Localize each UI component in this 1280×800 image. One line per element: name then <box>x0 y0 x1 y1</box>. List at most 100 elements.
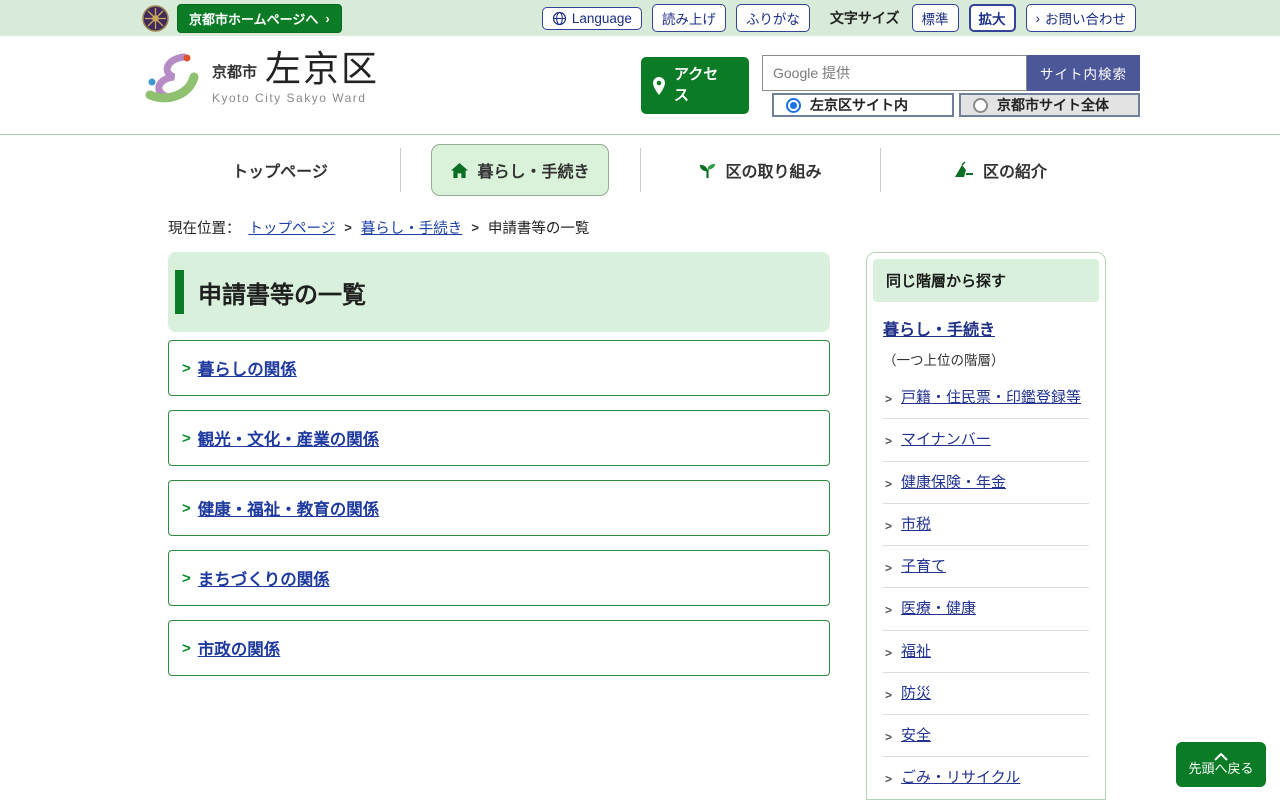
main-content: 申請書等の一覧 > 暮らしの関係 > 観光・文化・産業の関係 > 健康・福祉・教… <box>168 252 830 690</box>
kyoto-city-homepage-label: 京都市ホームページへ <box>189 9 318 28</box>
sidebar-link-gomi[interactable]: ごみ・リサイクル <box>901 766 1020 789</box>
logo-ward-name-english: Kyoto City Sakyo Ward <box>212 91 379 105</box>
sidebar-link-anzen[interactable]: 安全 <box>901 724 931 747</box>
search-scope-ward-option[interactable]: 左京区サイト内 <box>772 93 954 117</box>
home-icon <box>450 162 469 179</box>
sidebar-item: > 戸籍・住民票・印鑑登録等 <box>883 377 1089 419</box>
nav-item-torikumi[interactable]: 区の取り組み <box>640 140 880 200</box>
chevron-right-icon: > <box>885 770 892 789</box>
chevron-right-icon: › <box>1036 11 1041 26</box>
sidebar-link-shizei[interactable]: 市税 <box>901 513 931 536</box>
title-accent-bar <box>175 270 184 314</box>
category-link-box: > 健康・福祉・教育の関係 <box>168 480 830 536</box>
page-title: 申請書等の一覧 <box>198 275 366 310</box>
radio-selected-icon[interactable] <box>786 98 801 113</box>
back-to-top-button[interactable]: 先頭へ戻る <box>1176 742 1266 787</box>
sidebar-same-level: 同じ階層から探す 暮らし・手続き （一つ上位の階層） > 戸籍・住民票・印鑑登録… <box>866 252 1106 800</box>
chevron-right-icon: > <box>885 475 892 494</box>
mountain-flag-icon <box>953 161 975 179</box>
breadcrumb-label: 現在位置： <box>168 217 241 238</box>
sidebar-item: > 防災 <box>883 673 1089 715</box>
chevron-up-icon <box>1213 753 1229 761</box>
sidebar-link-mynumber[interactable]: マイナンバー <box>901 428 991 451</box>
utility-bar: 京都市ホームページへ › Language 読み上げ ふりがな 文字サイズ 標準… <box>0 0 1280 36</box>
category-link-machizukuri[interactable]: まちづくりの関係 <box>198 566 330 590</box>
nav-item-shoukai[interactable]: 区の紹介 <box>880 140 1120 200</box>
sidebar-title: 同じ階層から探す <box>873 259 1099 302</box>
kyoto-city-emblem-icon <box>142 5 169 32</box>
chevron-right-icon: > <box>885 728 892 747</box>
contact-button[interactable]: › お問い合わせ <box>1026 4 1137 32</box>
sidebar-link-iryo[interactable]: 医療・健康 <box>901 597 976 620</box>
nav-item-kurashi[interactable]: 暮らし・手続き <box>400 140 640 200</box>
category-link-box: > 暮らしの関係 <box>168 340 830 396</box>
sidebar-item: > ごみ・リサイクル <box>883 757 1089 799</box>
font-size-label: 文字サイズ <box>830 8 900 28</box>
chevron-right-icon: > <box>885 601 892 620</box>
category-link-box: > 市政の関係 <box>168 620 830 676</box>
chevron-right-icon: > <box>182 360 191 377</box>
search-scope-city-option[interactable]: 京都市サイト全体 <box>959 93 1140 117</box>
read-aloud-button[interactable]: 読み上げ <box>652 4 726 32</box>
breadcrumb-link-home[interactable]: トップページ <box>249 217 336 238</box>
chevron-right-icon: > <box>885 686 892 705</box>
category-link-kurashi[interactable]: 暮らしの関係 <box>198 356 297 380</box>
site-search: サイト内検索 左京区サイト内 京都市サイト全体 <box>762 55 1140 117</box>
sidebar-link-bosai[interactable]: 防災 <box>901 682 931 705</box>
sidebar-parent-note: （一つ上位の階層） <box>883 349 1089 377</box>
nav-active-pill[interactable]: 暮らし・手続き <box>431 144 608 196</box>
category-link-shisei[interactable]: 市政の関係 <box>198 636 281 660</box>
category-link-box: > まちづくりの関係 <box>168 550 830 606</box>
site-logo[interactable]: 京都市 左京区 Kyoto City Sakyo Ward <box>140 49 379 107</box>
search-scope-options: 左京区サイト内 京都市サイト全体 <box>772 93 1140 117</box>
sidebar-item: > 医療・健康 <box>883 588 1089 630</box>
chevron-right-icon: > <box>471 220 479 235</box>
language-label: Language <box>572 11 632 26</box>
sidebar-item: > 健康保険・年金 <box>883 462 1089 504</box>
sidebar-link-kosodate[interactable]: 子育て <box>901 555 946 578</box>
sidebar-item: > 安全 <box>883 715 1089 757</box>
chevron-right-icon: > <box>885 559 892 578</box>
chevron-right-icon: > <box>182 430 191 447</box>
search-input[interactable] <box>762 55 1027 91</box>
sidebar-body: 暮らし・手続き （一つ上位の階層） > 戸籍・住民票・印鑑登録等 > マイナンバ… <box>873 302 1099 800</box>
page-title-box: 申請書等の一覧 <box>168 252 830 332</box>
logo-ward-name: 左京区 <box>265 49 379 89</box>
sidebar-link-fukushi[interactable]: 福祉 <box>901 640 931 663</box>
breadcrumb: 現在位置： トップページ > 暮らし・手続き > 申請書等の一覧 <box>168 217 589 238</box>
map-pin-icon <box>651 76 667 96</box>
font-size-standard-button[interactable]: 標準 <box>912 4 959 32</box>
chevron-right-icon: > <box>885 517 892 536</box>
main-navigation: トップページ 暮らし・手続き 区の取り組み 区の紹介 <box>160 140 1120 200</box>
site-header: 京都市 左京区 Kyoto City Sakyo Ward アクセス サイト内検… <box>0 36 1280 135</box>
chevron-right-icon: > <box>182 500 191 517</box>
sidebar-link-kenkohoken[interactable]: 健康保険・年金 <box>901 471 1006 494</box>
breadcrumb-current: 申請書等の一覧 <box>488 217 590 238</box>
sidebar-item: > 子育て <box>883 546 1089 588</box>
category-link-kanko[interactable]: 観光・文化・産業の関係 <box>198 426 380 450</box>
utility-bar-left: 京都市ホームページへ › <box>142 4 342 33</box>
font-size-large-button[interactable]: 拡大 <box>969 4 1016 32</box>
logo-city-name: 京都市 <box>212 61 257 89</box>
chevron-right-icon: > <box>344 220 352 235</box>
breadcrumb-link-section[interactable]: 暮らし・手続き <box>361 217 463 238</box>
chevron-right-icon: > <box>182 570 191 587</box>
sidebar-item: > 市税 <box>883 504 1089 546</box>
nav-item-top-page[interactable]: トップページ <box>160 140 400 200</box>
chevron-right-icon: > <box>182 640 191 657</box>
language-button[interactable]: Language <box>542 7 642 30</box>
kyoto-city-homepage-button[interactable]: 京都市ホームページへ › <box>177 4 342 33</box>
sidebar-item: > 福祉 <box>883 631 1089 673</box>
chevron-right-icon: > <box>885 390 892 409</box>
sidebar-parent-link[interactable]: 暮らし・手続き <box>883 322 995 339</box>
chevron-right-icon: › <box>325 11 329 26</box>
chevron-right-icon: > <box>885 644 892 663</box>
sidebar-link-koseki[interactable]: 戸籍・住民票・印鑑登録等 <box>901 386 1081 409</box>
utility-bar-right: Language 読み上げ ふりがな 文字サイズ 標準 拡大 › お問い合わせ <box>542 4 1136 32</box>
access-button[interactable]: アクセス <box>641 57 749 114</box>
furigana-button[interactable]: ふりがな <box>736 4 810 32</box>
sakyo-ward-logo-icon <box>140 49 202 107</box>
radio-unselected-icon[interactable] <box>973 98 988 113</box>
category-link-kenko[interactable]: 健康・福祉・教育の関係 <box>198 496 380 520</box>
search-submit-button[interactable]: サイト内検索 <box>1027 55 1140 91</box>
